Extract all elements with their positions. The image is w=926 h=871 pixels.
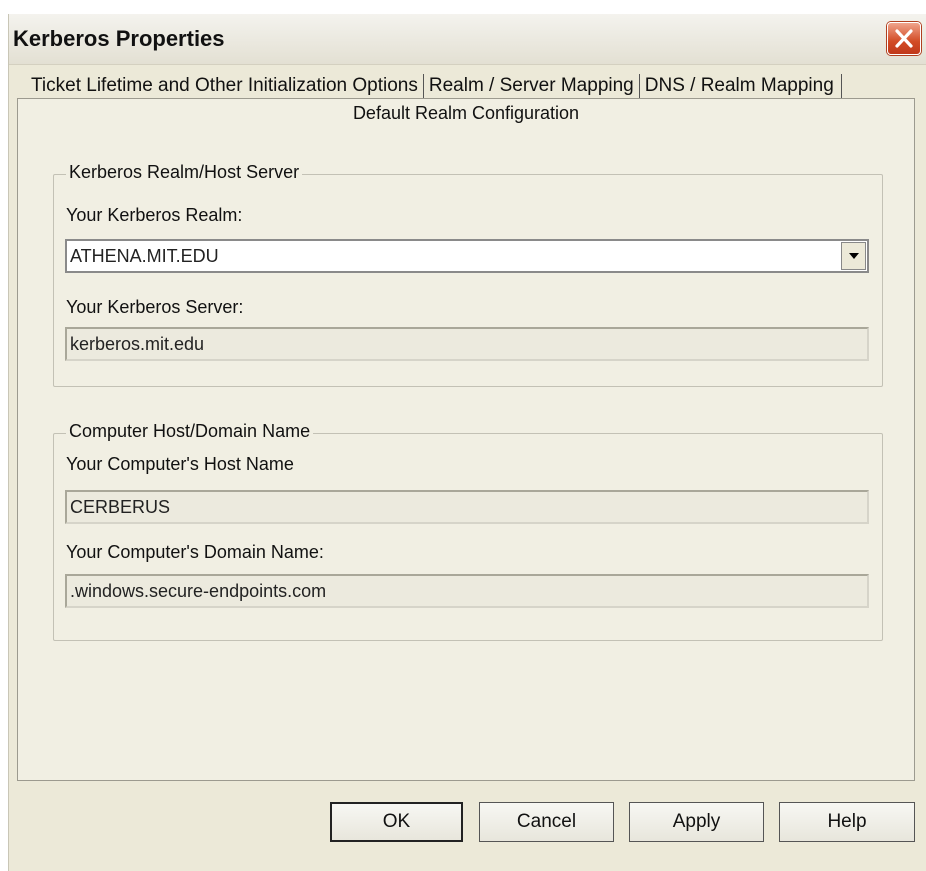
domain-name-label: Your Computer's Domain Name: — [66, 542, 324, 562]
host-domain-group: Computer Host/Domain Name Your Computer'… — [53, 421, 883, 641]
ok-button[interactable]: OK — [330, 802, 463, 842]
domain-name-value: .windows.secure-endpoints.com — [70, 581, 327, 601]
tab-divider — [840, 74, 842, 98]
cancel-button[interactable]: Cancel — [479, 802, 614, 842]
window-title: Kerberos Properties — [13, 26, 225, 51]
group-legend: Computer Host/Domain Name — [66, 421, 314, 442]
tab-realm-server-mapping[interactable]: Realm / Server Mapping — [424, 72, 639, 100]
group-legend: Kerberos Realm/Host Server — [66, 162, 303, 183]
tab-strip: Ticket Lifetime and Other Initialization… — [26, 72, 842, 100]
realm-host-server-group: Kerberos Realm/Host Server Your Kerberos… — [53, 162, 883, 387]
domain-name-field[interactable]: .windows.secure-endpoints.com — [65, 574, 869, 608]
host-name-field[interactable]: CERBERUS — [65, 490, 869, 524]
tab-dns-realm-mapping[interactable]: DNS / Realm Mapping — [640, 72, 839, 100]
tab-default-realm-configuration[interactable]: Default Realm Configuration — [18, 103, 914, 124]
close-icon — [895, 29, 913, 48]
chevron-down-icon — [849, 253, 859, 259]
realm-dropdown-button[interactable] — [841, 242, 866, 270]
host-name-label: Your Computer's Host Name — [66, 454, 294, 474]
realm-combobox[interactable]: ATHENA.MIT.EDU — [65, 239, 869, 273]
close-button[interactable] — [887, 22, 921, 55]
realm-value: ATHENA.MIT.EDU — [70, 246, 219, 266]
server-field[interactable]: kerberos.mit.edu — [65, 327, 869, 361]
server-value: kerberos.mit.edu — [70, 334, 205, 354]
title-bar[interactable]: Kerberos Properties — [9, 14, 926, 65]
apply-button[interactable]: Apply — [629, 802, 764, 842]
realm-label: Your Kerberos Realm: — [66, 205, 243, 225]
host-name-value: CERBERUS — [70, 497, 171, 517]
tab-ticket-lifetime[interactable]: Ticket Lifetime and Other Initialization… — [26, 72, 423, 100]
tab-panel-default-realm: Default Realm Configuration Kerberos Rea… — [17, 98, 915, 781]
server-label: Your Kerberos Server: — [66, 297, 244, 317]
help-button[interactable]: Help — [779, 802, 915, 842]
